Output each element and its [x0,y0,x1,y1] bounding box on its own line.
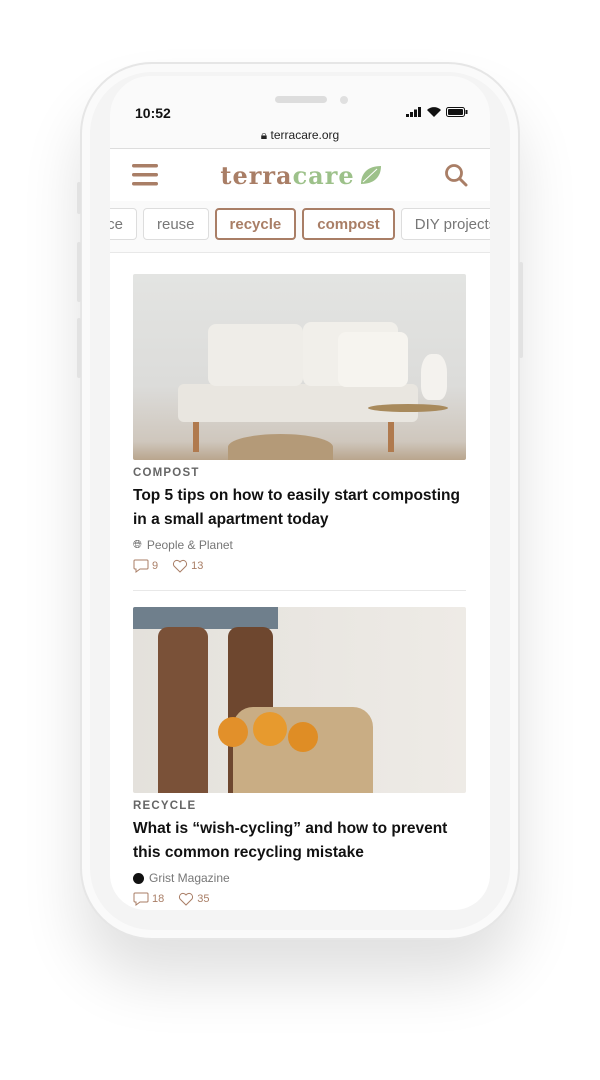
chip-compost[interactable]: compost [302,208,395,240]
category-chips: uce reuse recycle compost DIY projects [110,208,490,240]
status-time: 10:52 [135,105,171,121]
article-image-sofa[interactable] [133,274,466,460]
article-card[interactable]: COMPOST Top 5 tips on how to easily star… [133,274,466,573]
article-image-basket[interactable] [133,607,466,793]
comments-count[interactable]: 9 [133,559,158,573]
comments-value: 9 [152,560,159,572]
article-category[interactable]: COMPOST [133,467,466,479]
comments-count[interactable]: 18 [133,892,164,906]
wifi-icon [427,107,441,117]
article-title[interactable]: What is “wish-cycling” and how to preven… [133,817,466,865]
likes-value: 13 [191,560,204,572]
screen: 10:52 🔒︎ terracare.org terracare uce reu… [110,76,490,910]
globe-icon: 🌐︎ [133,538,142,551]
source-name: Grist Magazine [149,871,230,885]
lock-icon: 🔒︎ [260,128,268,142]
article-stats: 9 13 [133,559,466,573]
article-stats: 18 35 [133,892,466,906]
chip-label: DIY projects [414,215,490,233]
likes-count[interactable]: 13 [172,559,203,573]
battery-icon [446,107,468,117]
article-category[interactable]: RECYCLE [133,800,466,812]
chip-label: compost [317,215,380,233]
status-icons [406,107,468,117]
article-title[interactable]: Top 5 tips on how to easily start compos… [133,484,466,532]
search-icon[interactable] [444,163,468,187]
power-button [519,262,523,358]
chip-reuse[interactable]: reuse [143,208,209,240]
article-source[interactable]: Grist Magazine [133,871,466,885]
signal-icon [406,107,421,117]
article-feed: COMPOST Top 5 tips on how to easily star… [110,253,490,910]
leaf-icon [360,166,381,184]
site-logo[interactable]: terracare [220,161,381,190]
site-header: terracare [110,149,490,201]
speaker [275,96,327,103]
article-card[interactable]: RECYCLE What is “wish-cycling” and how t… [133,607,466,906]
comment-icon [133,892,149,906]
likes-value: 35 [197,893,210,905]
source-name: People & Planet [146,538,233,552]
logo-text-terra: terra [220,160,293,190]
chip-diy-projects[interactable]: DIY projects [400,208,490,240]
volume-up-button [77,242,81,302]
address-bar[interactable]: 🔒︎ terracare.org [110,128,490,143]
hamburger-menu-icon[interactable] [132,164,158,186]
url-text: terracare.org [270,128,340,142]
chip-reduce[interactable]: uce [110,208,137,240]
heart-icon [179,892,194,906]
chip-label: recycle [229,215,282,233]
camera [340,96,348,104]
comment-icon [133,559,149,573]
chip-label: uce [110,215,123,233]
chip-label: reuse [157,215,195,233]
heart-icon [173,559,188,573]
chip-recycle[interactable]: recycle [214,208,297,240]
article-source[interactable]: 🌐︎ People & Planet [133,538,466,552]
logo-text-care: care [292,160,355,190]
volume-down-button [77,318,81,378]
comments-value: 18 [152,893,165,905]
card-divider [133,590,466,591]
mute-switch [77,182,81,214]
source-logo-icon [133,872,144,884]
likes-count[interactable]: 35 [178,892,210,906]
